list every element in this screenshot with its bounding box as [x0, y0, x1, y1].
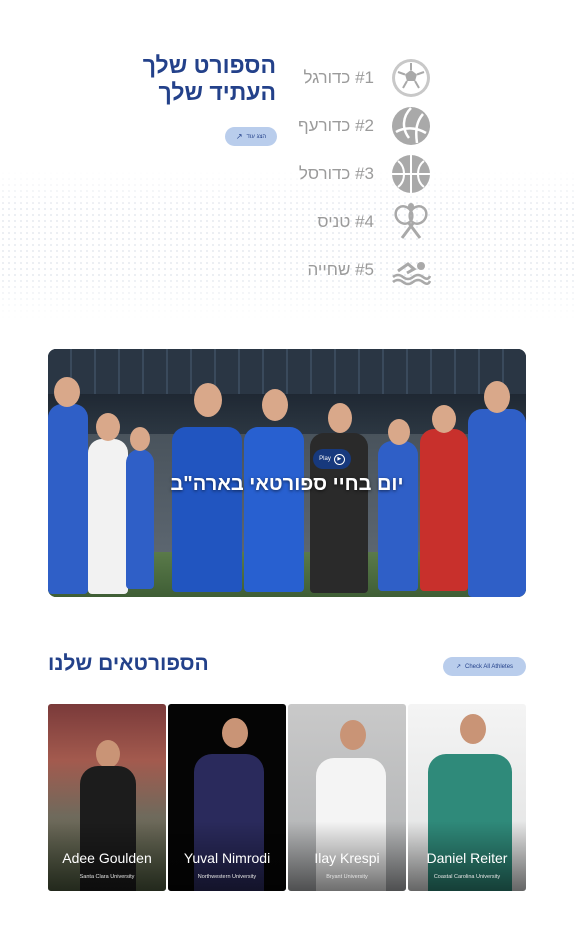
player-figure	[126, 449, 154, 589]
hero-title: הספורט שלך העתיד שלך	[76, 52, 276, 106]
athlete-university: Bryant University	[326, 874, 368, 880]
athlete-name: Daniel Reiter	[426, 850, 508, 866]
player-figure	[88, 439, 128, 594]
athlete-card[interactable]: Adee Goulden Santa Clara University	[48, 704, 166, 891]
player-head	[484, 381, 510, 413]
player-figure	[378, 441, 418, 591]
player-head	[432, 405, 456, 433]
sport-label: #1 כדורגל	[303, 68, 375, 87]
play-button[interactable]: Play ▶	[313, 449, 351, 469]
athlete-photo-head	[96, 740, 120, 768]
athlete-university: Coastal Carolina University	[433, 874, 501, 880]
athlete-photo-head	[340, 720, 366, 750]
player-head	[54, 377, 80, 407]
hero-title-line-1: הספורט שלך	[142, 52, 276, 78]
athlete-name: Yuval Nimrodi	[183, 850, 271, 866]
soccer-ball-icon	[392, 59, 430, 97]
athlete-photo-head	[460, 714, 486, 744]
sport-label: #2 כדורעף	[298, 116, 374, 135]
player-figure	[468, 409, 526, 597]
athlete-name: Adee Goulden	[62, 850, 152, 866]
athlete-cards: Adee Goulden Santa Clara University Yuva…	[48, 704, 526, 891]
player-figure	[48, 404, 88, 594]
play-icon: ▶	[333, 453, 345, 465]
coach-figure	[172, 427, 242, 592]
athlete-name: Ilay Krespi	[314, 850, 380, 866]
player-head	[130, 427, 150, 451]
basketball-icon	[392, 155, 430, 193]
sport-item-soccer[interactable]: #1 כדורגל	[290, 56, 440, 100]
coach-head	[194, 383, 222, 417]
hero-title-line-2: העתיד שלך	[158, 79, 276, 105]
video-player[interactable]: Play ▶ יום בחיי ספורטאי בארה"ב	[48, 349, 526, 597]
swimmer-icon	[392, 262, 432, 286]
sport-item-volleyball[interactable]: #2 כדורעף	[290, 104, 440, 148]
player-head	[262, 389, 288, 421]
arrow-up-right-icon: ↗	[455, 664, 461, 670]
player-head	[96, 413, 120, 441]
arrow-up-right-icon: ↗	[235, 132, 243, 141]
athlete-university: Santa Clara University	[79, 874, 135, 880]
player-head	[388, 419, 410, 445]
athlete-photo-head	[222, 718, 248, 748]
check-all-label: Check All Athletes	[465, 663, 514, 670]
athlete-university: Northwestern University	[197, 874, 257, 880]
player-figure	[420, 429, 468, 591]
play-label: Play	[319, 456, 331, 462]
dotted-background	[0, 170, 574, 320]
sport-label: #4 טניס	[317, 212, 374, 231]
guest-head	[328, 403, 352, 433]
athlete-card[interactable]: Yuval Nimrodi Northwestern University	[168, 704, 286, 891]
sport-label: #3 כדורסל	[298, 164, 374, 183]
learn-more-button[interactable]: הצג עוד ↗	[225, 127, 277, 146]
volleyball-icon	[392, 107, 430, 145]
athlete-card[interactable]: Ilay Krespi Bryant University	[288, 704, 406, 891]
sport-label: #5 שחייה	[307, 260, 374, 279]
check-all-athletes-button[interactable]: ↗ Check All Athletes	[443, 657, 526, 676]
sport-item-tennis[interactable]: #4 טניס	[290, 200, 440, 244]
athlete-card[interactable]: Daniel Reiter Coastal Carolina Universit…	[408, 704, 526, 891]
stadium-stands	[48, 349, 526, 394]
sport-item-basketball[interactable]: #3 כדורסל	[290, 152, 440, 196]
tennis-rackets-icon	[394, 203, 428, 239]
learn-more-label: הצג עוד	[246, 133, 267, 140]
athletes-section-title: הספורטאים שלנו	[48, 652, 209, 675]
sport-item-swimming[interactable]: #5 שחייה	[290, 248, 440, 292]
video-caption: יום בחיי ספורטאי בארה"ב	[170, 473, 404, 495]
player-figure	[244, 427, 304, 592]
